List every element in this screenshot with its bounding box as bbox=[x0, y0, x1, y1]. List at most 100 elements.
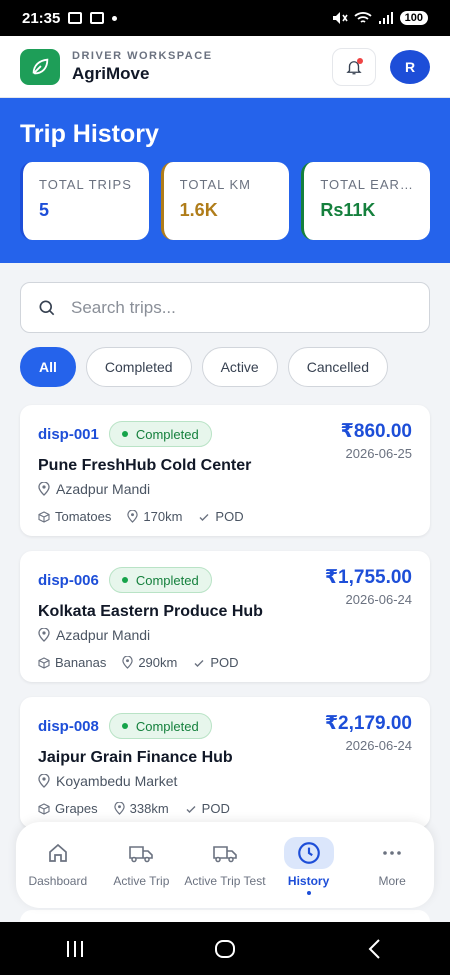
trip-date: 2026-06-24 bbox=[345, 738, 413, 753]
notification-badge bbox=[357, 57, 363, 64]
origin-label: Azadpur Mandi bbox=[56, 627, 151, 643]
active-indicator-dot bbox=[306, 891, 311, 895]
nav-item-active-trip-test[interactable]: Active Trip Test bbox=[183, 840, 267, 888]
pod-label: POD bbox=[210, 655, 239, 670]
trip-amount: ₹860.00 bbox=[340, 421, 412, 442]
status-dot-icon bbox=[121, 431, 128, 437]
filter-chip-completed[interactable]: Completed bbox=[85, 347, 192, 387]
location-pin-icon bbox=[127, 510, 139, 523]
nav-label: Dashboard bbox=[28, 874, 88, 888]
trip-id: disp-006 bbox=[38, 571, 99, 589]
status-label: Completed bbox=[135, 718, 199, 734]
produce-label: Grapes bbox=[55, 801, 98, 816]
nav-label: Active Trip bbox=[113, 874, 170, 888]
produce-label: Bananas bbox=[55, 655, 107, 670]
pod-label: POD bbox=[201, 801, 230, 816]
trip-date: 2026-06-24 bbox=[345, 592, 413, 607]
search-bar bbox=[20, 282, 430, 333]
nav-item-history[interactable]: History bbox=[267, 837, 351, 895]
stat-label: TOTAL KM bbox=[179, 177, 251, 192]
trip-origin: Azadpur Mandi bbox=[38, 481, 412, 497]
nav-label: History bbox=[287, 874, 330, 888]
status-dot-icon bbox=[121, 577, 128, 583]
location-pin-icon bbox=[38, 628, 50, 642]
status-badge: Completed bbox=[108, 421, 212, 447]
more-icon bbox=[383, 851, 401, 855]
origin-label: Koyambedu Market bbox=[56, 773, 178, 789]
distance-label: 170km bbox=[143, 509, 183, 524]
signal-icon bbox=[378, 12, 393, 24]
check-icon bbox=[186, 805, 196, 813]
produce-label: Tomatoes bbox=[55, 509, 112, 524]
status-badge: Completed bbox=[108, 713, 212, 739]
nav-label: More bbox=[378, 874, 406, 888]
wifi-icon bbox=[354, 12, 372, 23]
app-name: AgriMove bbox=[72, 63, 150, 83]
status-dot-icon bbox=[112, 15, 118, 21]
distance-label: 290km bbox=[138, 655, 178, 670]
status-dot-icon bbox=[121, 723, 128, 729]
status-bar: 21:35 100 bbox=[0, 0, 450, 36]
notifications-button[interactable] bbox=[332, 47, 376, 86]
trip-date: 2026-06-25 bbox=[345, 446, 413, 461]
trip-amount: ₹1,755.00 bbox=[324, 567, 412, 588]
filter-chip-all[interactable]: All bbox=[20, 347, 76, 387]
trip-origin: Koyambedu Market bbox=[38, 773, 412, 789]
app-header: DRIVER WORKSPACE AgriMove R bbox=[0, 36, 450, 98]
stat-card-total-earnings: TOTAL EARNINGS Rs11K bbox=[301, 162, 431, 240]
mute-icon bbox=[332, 12, 348, 24]
truck-icon bbox=[129, 846, 154, 863]
nav-item-more[interactable]: More bbox=[350, 840, 434, 888]
trip-origin: Azadpur Mandi bbox=[38, 627, 412, 643]
location-pin-icon bbox=[38, 774, 50, 788]
trip-card[interactable]: disp-001 Completed ₹860.00 2026-06-25 Pu… bbox=[20, 405, 430, 536]
page-title: Trip History bbox=[20, 120, 159, 148]
search-input[interactable] bbox=[71, 297, 391, 318]
trip-meta: Tomatoes 170km POD bbox=[38, 509, 412, 524]
back-icon[interactable] bbox=[364, 938, 386, 960]
trip-meta: Grapes 338km POD bbox=[38, 801, 412, 816]
location-pin-icon bbox=[122, 656, 134, 669]
notification-icon bbox=[90, 12, 105, 24]
nav-label: Active Trip Test bbox=[184, 874, 266, 888]
clock-icon bbox=[297, 842, 320, 864]
location-pin-icon bbox=[38, 482, 50, 496]
filter-chip-active[interactable]: Active bbox=[201, 347, 278, 387]
trip-card[interactable]: disp-008 Completed ₹2,179.00 2026-06-24 … bbox=[20, 697, 430, 828]
battery-indicator: 100 bbox=[399, 11, 428, 25]
bottom-navigation: Dashboard Active Trip Active Trip Test H… bbox=[16, 822, 434, 908]
status-label: Completed bbox=[135, 426, 199, 442]
stat-label: TOTAL EARNINGS bbox=[320, 177, 414, 192]
stat-value: Rs11K bbox=[320, 200, 376, 220]
check-icon bbox=[199, 513, 209, 521]
screen-record-icon bbox=[68, 12, 83, 24]
filter-chip-cancelled[interactable]: Cancelled bbox=[287, 347, 388, 387]
home-icon bbox=[48, 843, 67, 862]
nav-item-dashboard[interactable]: Dashboard bbox=[16, 840, 100, 888]
stat-card-total-trips: TOTAL TRIPS 5 bbox=[20, 162, 149, 240]
nav-item-active-trip[interactable]: Active Trip bbox=[100, 840, 184, 888]
trip-history-hero: Trip History TOTAL TRIPS 5 TOTAL KM 1.6K… bbox=[0, 98, 450, 263]
status-badge: Completed bbox=[108, 567, 212, 593]
search-icon bbox=[39, 300, 55, 315]
box-icon bbox=[38, 510, 50, 523]
status-label: Completed bbox=[135, 572, 199, 588]
filter-chips: All Completed Active Cancelled bbox=[20, 347, 388, 387]
stat-value: 1.6K bbox=[179, 200, 218, 220]
home-button-icon[interactable] bbox=[214, 938, 236, 960]
trip-card[interactable]: disp-006 Completed ₹1,755.00 2026-06-24 … bbox=[20, 551, 430, 682]
box-icon bbox=[38, 802, 50, 815]
recent-apps-icon[interactable] bbox=[64, 939, 86, 959]
origin-label: Azadpur Mandi bbox=[56, 481, 151, 497]
workspace-kicker: DRIVER WORKSPACE bbox=[72, 49, 213, 62]
stat-value: 5 bbox=[39, 200, 50, 220]
status-time: 21:35 bbox=[22, 9, 61, 27]
trip-id: disp-008 bbox=[38, 717, 99, 735]
avatar[interactable]: R bbox=[390, 49, 430, 84]
check-icon bbox=[194, 659, 204, 667]
agrimove-logo bbox=[20, 48, 60, 85]
truck-icon bbox=[213, 846, 237, 863]
system-navigation-bar bbox=[0, 922, 450, 975]
trip-amount: ₹2,179.00 bbox=[324, 713, 412, 734]
trip-meta: Bananas 290km POD bbox=[38, 655, 412, 670]
